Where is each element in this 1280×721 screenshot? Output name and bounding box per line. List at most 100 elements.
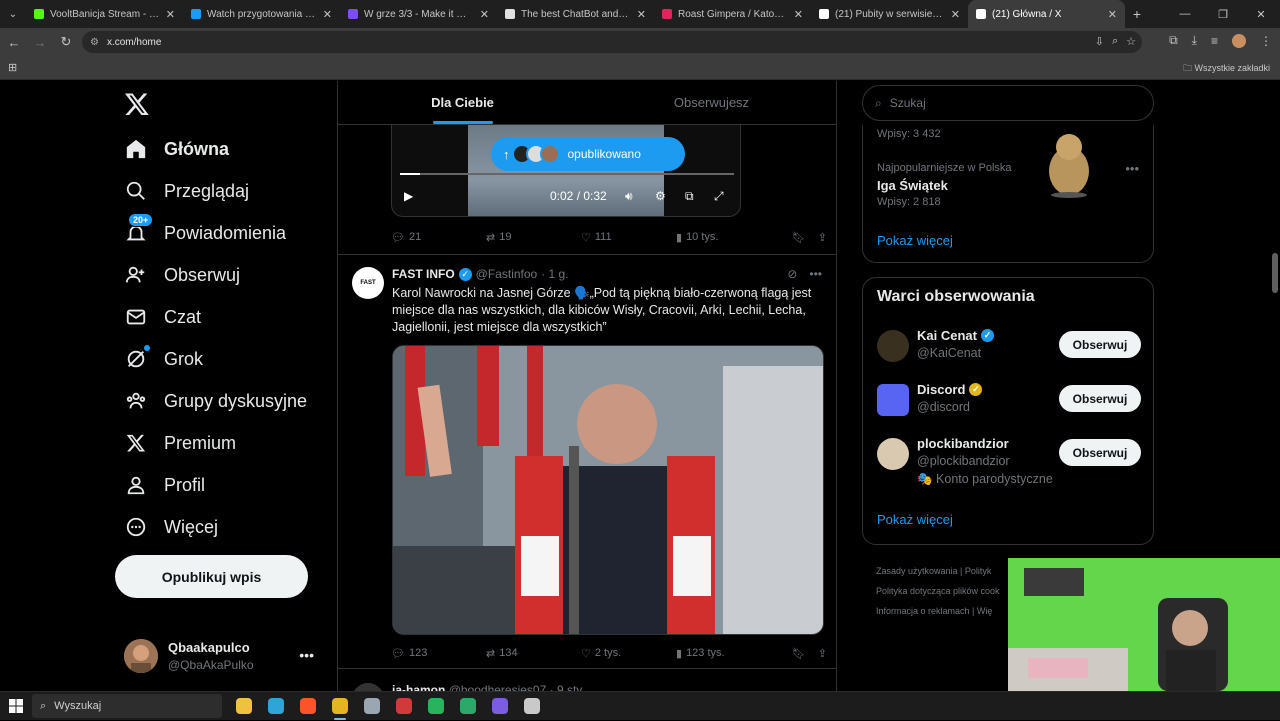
share-icon[interactable]: ⇪ bbox=[818, 231, 827, 244]
like-button[interactable]: ♡ 2 tys. bbox=[581, 647, 676, 660]
taskbar-app-chrome[interactable] bbox=[324, 692, 356, 721]
post-time[interactable]: · 1 g. bbox=[541, 267, 568, 281]
more-dots-icon[interactable]: ••• bbox=[299, 647, 314, 663]
avatar[interactable]: FAST bbox=[352, 267, 384, 299]
nav-item-x-premium[interactable]: Premium bbox=[124, 423, 236, 463]
nav-item-profile[interactable]: Profil bbox=[124, 465, 205, 505]
account-switcher[interactable]: Qbaakapulco @QbaAkaPulko ••• bbox=[124, 638, 324, 674]
pip-icon[interactable]: ⧉ bbox=[685, 189, 694, 204]
media-icon[interactable]: ≡ bbox=[1211, 34, 1218, 48]
taskbar-app-app8[interactable] bbox=[452, 692, 484, 721]
search-input[interactable]: ⌕ Szukaj bbox=[862, 85, 1154, 121]
close-tab-icon[interactable]: ✕ bbox=[166, 8, 175, 21]
apps-grid-icon[interactable]: ⊞ bbox=[8, 61, 17, 74]
nav-item-search[interactable]: Przeglądaj bbox=[124, 171, 249, 211]
install-app-icon[interactable]: ⇩ bbox=[1095, 35, 1104, 48]
post-author-handle[interactable]: @boodheresies07 bbox=[449, 683, 547, 691]
new-tab-button[interactable]: + bbox=[1125, 6, 1149, 22]
show-more-link[interactable]: Pokaż więcej bbox=[877, 512, 953, 527]
footer-link[interactable]: Zasady użytkowania | Polityk bbox=[876, 561, 1016, 581]
minimize-icon[interactable]: — bbox=[1166, 0, 1204, 28]
follow-button[interactable]: Obserwuj bbox=[1059, 331, 1141, 358]
zoom-icon[interactable]: ⌕ bbox=[1112, 35, 1118, 48]
post[interactable]: ja-hamon @boodheresies07 · 9 sty bbox=[338, 677, 836, 691]
taskbar-app-app9[interactable] bbox=[484, 692, 516, 721]
repost-button[interactable]: ⇄ 19 bbox=[486, 231, 581, 244]
nav-item-communities[interactable]: Grupy dyskusyjne bbox=[124, 381, 307, 421]
follow-suggestion[interactable]: Discord ✓ @discord Obserwuj bbox=[877, 380, 1141, 424]
post-author-name[interactable]: ja-hamon bbox=[392, 683, 445, 691]
play-icon[interactable]: ▶ bbox=[404, 189, 413, 203]
browser-menu-icon[interactable]: ⋮ bbox=[1260, 34, 1272, 48]
more-dots-icon[interactable]: ••• bbox=[1125, 161, 1139, 176]
browser-tab[interactable]: Roast Gimpera / Katowice / 202 ✕ bbox=[654, 0, 811, 28]
nav-item-mail[interactable]: Czat bbox=[124, 297, 201, 337]
views-button[interactable]: ▮ 123 tys. bbox=[676, 647, 771, 660]
start-button[interactable] bbox=[0, 692, 32, 721]
views-button[interactable]: ▮ 10 tys. bbox=[676, 231, 771, 244]
tab-following[interactable]: Obserwujesz bbox=[587, 81, 836, 124]
close-tab-icon[interactable]: ✕ bbox=[1108, 8, 1117, 21]
reply-button[interactable]: 💬︎ 123 bbox=[391, 647, 486, 660]
trend-title[interactable]: Iga Świątek bbox=[877, 178, 948, 193]
close-tab-icon[interactable]: ✕ bbox=[794, 8, 803, 21]
scrollbar[interactable] bbox=[1272, 253, 1278, 293]
post-author-name[interactable]: FAST INFO bbox=[392, 267, 455, 281]
close-tab-icon[interactable]: ✕ bbox=[323, 8, 332, 21]
reply-button[interactable]: 💬︎ 21 bbox=[391, 231, 486, 244]
repost-button[interactable]: ⇄ 134 bbox=[486, 647, 581, 660]
extensions-icon[interactable]: ⧉ bbox=[1169, 33, 1178, 48]
avatar[interactable] bbox=[877, 438, 909, 470]
site-info-icon[interactable]: ⚙ bbox=[90, 37, 99, 48]
taskbar-app-brave[interactable] bbox=[292, 692, 324, 721]
like-button[interactable]: ♡ 111 bbox=[581, 231, 676, 244]
fullscreen-icon[interactable]: ⤢ bbox=[714, 189, 724, 204]
taskbar-app-app6[interactable] bbox=[388, 692, 420, 721]
more-dots-icon[interactable]: ••• bbox=[809, 267, 822, 281]
follow-button[interactable]: Obserwuj bbox=[1059, 439, 1141, 466]
taskbar-app-edge[interactable] bbox=[260, 692, 292, 721]
nav-item-home[interactable]: Główna bbox=[124, 129, 229, 169]
settings-icon[interactable]: ⚙ bbox=[655, 189, 666, 203]
close-tab-icon[interactable]: ✕ bbox=[951, 8, 960, 21]
close-tab-icon[interactable]: ✕ bbox=[480, 8, 489, 21]
all-bookmarks-button[interactable]: 🗀 Wszystkie zakładki bbox=[1183, 61, 1270, 77]
taskbar-app-file-explorer[interactable] bbox=[228, 692, 260, 721]
browser-tab[interactable]: VooltBanicja Stream - Watch Li ✕ bbox=[26, 0, 183, 28]
reload-icon[interactable]: ↻ bbox=[54, 28, 78, 56]
nav-item-more[interactable]: Więcej bbox=[124, 507, 218, 547]
browser-tab[interactable]: (21) Pubity w serwisie X: „Micr ✕ bbox=[811, 0, 968, 28]
browser-profile-avatar[interactable] bbox=[1232, 33, 1246, 48]
avatar[interactable] bbox=[877, 330, 909, 362]
follow-button[interactable]: Obserwuj bbox=[1059, 385, 1141, 412]
follow-suggestion[interactable]: Kai Cenat ✓ @KaiCenat Obserwuj bbox=[877, 326, 1141, 370]
downloads-icon[interactable]: ⤓ bbox=[1192, 33, 1197, 48]
tab-for-you[interactable]: Dla Ciebie bbox=[338, 81, 587, 124]
url-bar[interactable]: ⚙ x.com/home ⇩ ⌕ ☆ bbox=[82, 31, 1142, 53]
taskbar-app-app7[interactable] bbox=[420, 692, 452, 721]
footer-link[interactable]: Polityka dotycząca plików cook bbox=[876, 581, 1016, 601]
footer-link[interactable]: Informacja o reklamach | Wię bbox=[876, 601, 1016, 621]
forward-icon[interactable]: → bbox=[28, 28, 52, 56]
bookmark-icon[interactable]: 🔖︎ bbox=[792, 231, 806, 244]
post-author-handle[interactable]: @Fastinfoo bbox=[476, 267, 538, 281]
taskbar-app-app5[interactable] bbox=[356, 692, 388, 721]
avatar[interactable] bbox=[877, 384, 909, 416]
close-tab-icon[interactable]: ✕ bbox=[637, 8, 646, 21]
avatar[interactable] bbox=[352, 683, 384, 691]
back-icon[interactable]: ← bbox=[2, 28, 26, 56]
show-more-link[interactable]: Pokaż więcej bbox=[877, 233, 953, 248]
tab-search-icon[interactable]: ⌄ bbox=[0, 0, 26, 28]
browser-tab[interactable]: (21) Główna / X ✕ bbox=[968, 0, 1125, 28]
video-progress-bar[interactable] bbox=[400, 173, 734, 175]
post-button[interactable]: Opublikuj wpis bbox=[115, 555, 308, 598]
close-window-icon[interactable]: ✕ bbox=[1242, 0, 1280, 28]
nav-item-follow[interactable]: Obserwuj bbox=[124, 255, 240, 295]
follow-suggestion[interactable]: plockibandzior @plockibandzior 🎭 Konto p… bbox=[877, 434, 1141, 486]
nav-item-grok[interactable]: Grok bbox=[124, 339, 203, 379]
browser-tab[interactable]: The best ChatBot and Widgets ✕ bbox=[497, 0, 654, 28]
new-posts-pill[interactable]: ↑ opublikowano bbox=[491, 137, 685, 171]
post-image[interactable] bbox=[392, 345, 824, 635]
bookmark-icon[interactable]: 🔖︎ bbox=[792, 647, 806, 660]
share-icon[interactable]: ⇪ bbox=[818, 647, 827, 660]
